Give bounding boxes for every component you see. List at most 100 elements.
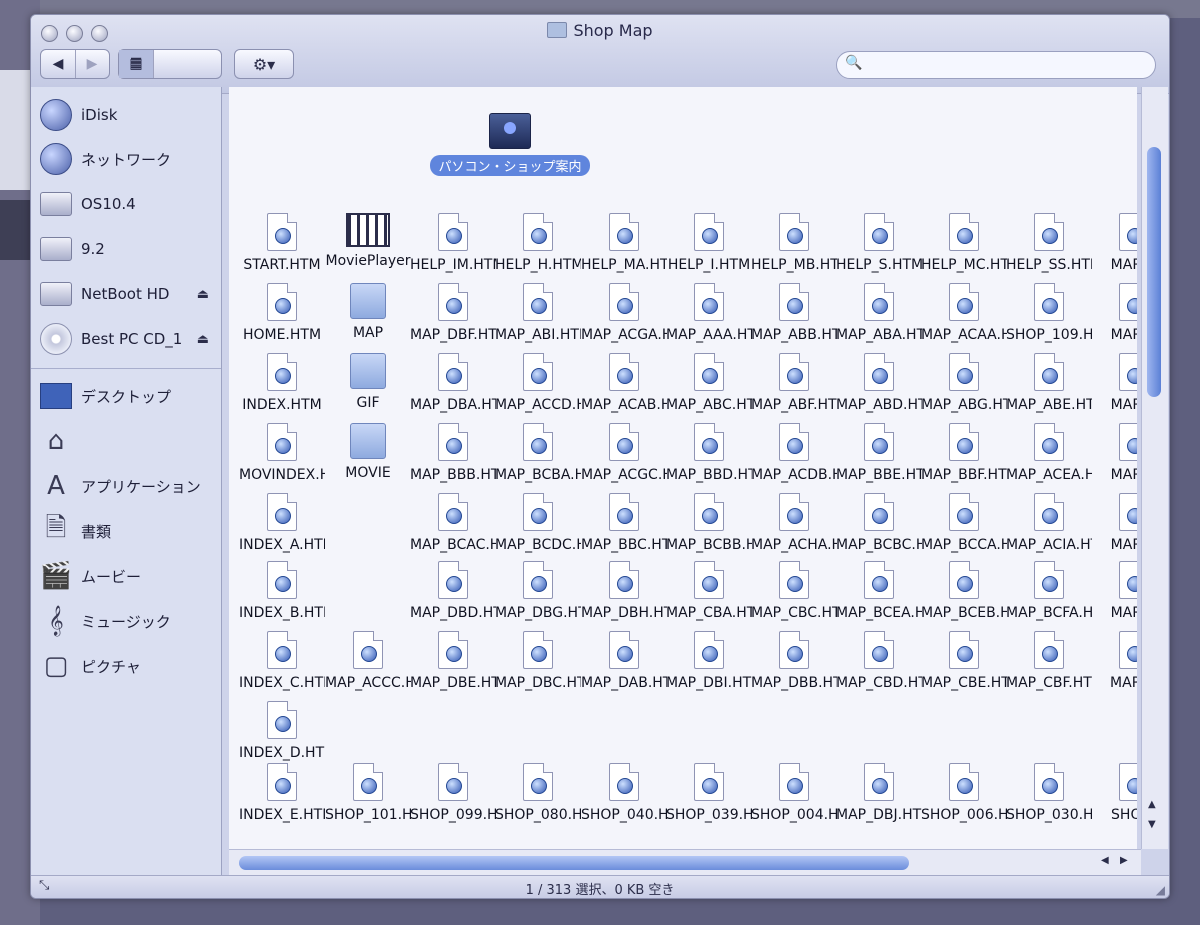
file-item[interactable]: MAP_DBJ.HTM <box>836 763 922 827</box>
file-item[interactable]: SHOP_080.HTM <box>495 763 581 827</box>
file-item[interactable]: MAP_A <box>1091 423 1137 487</box>
scroll-down-icon[interactable]: ▼ <box>1148 819 1156 830</box>
file-item[interactable]: MAP_ACHA.HTM <box>751 493 837 557</box>
file-item[interactable]: INDEX_D.HTM <box>239 701 325 765</box>
file-item[interactable]: MAP_ACGC.HTM <box>581 423 667 487</box>
file-item[interactable]: MAP_ACGA.HTM <box>581 283 667 347</box>
sidebar-item-movies[interactable]: 🎬 ムービー <box>39 556 217 596</box>
file-item[interactable]: MAP_ACDB.HTM <box>751 423 837 487</box>
file-item[interactable]: MAP_BBF.HTM <box>921 423 1007 487</box>
selected-file[interactable]: パソコン・ショップ案内 <box>405 113 615 181</box>
file-item[interactable]: INDEX_C.HTM <box>239 631 325 695</box>
file-item[interactable]: MAP_CBD.HTM <box>836 631 922 695</box>
file-item[interactable]: MAP_ABG.HTM <box>921 353 1007 417</box>
file-item[interactable]: MAP_BBD.HTM <box>666 423 752 487</box>
sidebar-item-home[interactable]: ⌂ <box>39 421 217 461</box>
file-item[interactable]: MAP_ACCD.HTM <box>495 353 581 417</box>
file-item[interactable]: MAP_C <box>1091 561 1137 625</box>
file-item[interactable]: MAP_D <box>1091 631 1137 695</box>
file-item[interactable]: HELP_MB.HTM <box>751 213 837 277</box>
sidebar-item-pictures[interactable]: ▢ ピクチャ <box>39 646 217 686</box>
file-item[interactable]: SHOP_004.HTM <box>751 763 837 827</box>
file-item[interactable]: MAP_ABE.HTM <box>1006 353 1092 417</box>
file-item[interactable]: HELP_MA.HTM <box>581 213 667 277</box>
file-item[interactable]: SHOP_109.HTM <box>1006 283 1092 347</box>
file-item[interactable]: MAP_DBA.HTM <box>410 353 496 417</box>
file-item[interactable]: HOME.HTM <box>239 283 325 347</box>
action-menu-button[interactable]: ⚙▾ <box>234 49 294 79</box>
file-item[interactable]: INDEX_B.HTM <box>239 561 325 625</box>
file-item[interactable]: HELP_SS.HTM <box>1006 213 1092 277</box>
vertical-scrollbar[interactable]: ▲ ▼ <box>1141 87 1168 849</box>
file-item[interactable]: INDEX.HTM <box>239 353 325 417</box>
sidebar-item-documents[interactable]: 🗎 書類 <box>39 511 217 551</box>
file-item[interactable]: INDEX_E.HTM <box>239 763 325 827</box>
eject-icon[interactable]: ⏏ <box>197 287 209 302</box>
file-item[interactable]: MOVIE <box>325 423 411 487</box>
file-item[interactable]: MAP_BCEB.HTM <box>921 561 1007 625</box>
file-item[interactable]: MOVINDEX.HTM <box>239 423 325 487</box>
sidebar-item-idisk[interactable]: iDisk <box>39 95 217 135</box>
file-item[interactable]: SHOP_ <box>1091 763 1137 827</box>
sidebar-item-desktop[interactable]: デスクトップ <box>39 376 217 416</box>
resize-grip-icon[interactable]: ◢ <box>1156 883 1165 897</box>
file-item[interactable]: MAP_DBH.HTM <box>581 561 667 625</box>
file-item[interactable]: MAP_ABC.HTM <box>666 353 752 417</box>
horizontal-scroll-thumb[interactable] <box>239 856 909 870</box>
file-item[interactable]: MAP_DBE.HTM <box>410 631 496 695</box>
file-item[interactable]: MAP_BCEA.HTM <box>836 561 922 625</box>
file-item[interactable]: MAP_DBD.HTM <box>410 561 496 625</box>
file-item[interactable]: MAP_BCCA.HTM <box>921 493 1007 557</box>
file-item[interactable]: HELP_I.HTM <box>666 213 752 277</box>
file-item[interactable]: HELP_H.HTM <box>495 213 581 277</box>
file-item[interactable]: MAP_ABF.HTM <box>751 353 837 417</box>
file-item[interactable]: MAP_DAB.HTM <box>581 631 667 695</box>
search-field[interactable]: 🔍 <box>836 51 1156 79</box>
file-item[interactable]: MAP_BBC.HTM <box>581 493 667 557</box>
file-item[interactable]: MAP_CBC.HTM <box>751 561 837 625</box>
file-item[interactable]: MAP_BCDC.HTM <box>495 493 581 557</box>
sidebar-item-network[interactable]: ネットワーク <box>39 139 217 179</box>
file-item[interactable]: SHOP_030.HTM <box>1006 763 1092 827</box>
file-item[interactable]: MAP_DBC.HTM <box>495 631 581 695</box>
scroll-right-icon[interactable]: ▶ <box>1120 855 1128 866</box>
file-item[interactable]: SHOP_006.HTM <box>921 763 1007 827</box>
file-item[interactable]: MAP_ACCC.HTM <box>325 631 411 695</box>
file-item[interactable]: MAP_BCBA.HTM <box>495 423 581 487</box>
file-item[interactable]: MAP_ABA.HTM <box>836 283 922 347</box>
sidebar-item-applications[interactable]: A アプリケーション <box>39 466 217 506</box>
file-item[interactable]: MAP_DBG.HTM <box>495 561 581 625</box>
forward-button[interactable]: ▶ <box>75 50 109 78</box>
file-item[interactable]: SHOP_101.HTM <box>325 763 411 827</box>
scroll-left-icon[interactable]: ◀ <box>1101 855 1109 866</box>
file-item[interactable]: MAP_DBB.HTM <box>751 631 837 695</box>
file-item[interactable]: MAP_A <box>1091 283 1137 347</box>
sidebar-item-netboot[interactable]: NetBoot HD ⏏ <box>39 274 217 314</box>
file-item[interactable]: MAP_BCBC.HTM <box>836 493 922 557</box>
file-item[interactable]: MAP_ACIA.HTM <box>1006 493 1092 557</box>
back-button[interactable]: ◀ <box>41 50 76 78</box>
file-item[interactable]: MAP_ABI.HTM <box>495 283 581 347</box>
file-item[interactable]: MAP_BCAC.HTM <box>410 493 496 557</box>
file-item[interactable]: MAP_AAA.HTM <box>666 283 752 347</box>
file-item[interactable]: MAP_BBB.HTM <box>410 423 496 487</box>
file-item[interactable]: MAP_ABB.HTM <box>751 283 837 347</box>
eject-icon[interactable]: ⏏ <box>197 332 209 347</box>
sidebar-item-music[interactable]: 𝄞 ミュージック <box>39 601 217 641</box>
file-item[interactable]: MAP_BCFA.HTM <box>1006 561 1092 625</box>
file-item[interactable]: MAP_ACAA.HTM <box>921 283 1007 347</box>
file-item[interactable]: START.HTM <box>239 213 325 277</box>
file-item[interactable]: MAP_A <box>1091 213 1137 277</box>
file-item[interactable]: INDEX_A.HTM <box>239 493 325 557</box>
file-item[interactable]: MAP_A <box>1091 493 1137 557</box>
file-item[interactable]: MAP_DBI.HTM <box>666 631 752 695</box>
file-item[interactable]: GIF <box>325 353 411 417</box>
file-item[interactable]: MAP_CBF.HTM <box>1006 631 1092 695</box>
horizontal-scrollbar[interactable]: ◀ ▶ <box>229 849 1141 876</box>
file-item[interactable]: MAP <box>325 283 411 347</box>
file-item[interactable]: HELP_IM.HTM <box>410 213 496 277</box>
file-item[interactable]: MAP_CBE.HTM <box>921 631 1007 695</box>
file-item[interactable]: MAP_BCBB.HTM <box>666 493 752 557</box>
vertical-scroll-thumb[interactable] <box>1147 147 1161 397</box>
file-item[interactable]: SHOP_099.HTM <box>410 763 496 827</box>
